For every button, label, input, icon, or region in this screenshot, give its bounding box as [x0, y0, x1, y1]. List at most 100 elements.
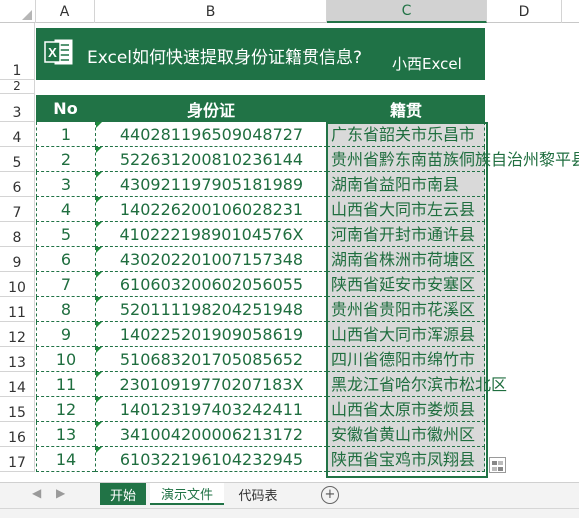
cell-id[interactable]: 140123197403242411	[95, 397, 327, 422]
error-indicator-icon	[96, 172, 102, 178]
cell-addr[interactable]: 山西省大同市左云县	[327, 197, 485, 222]
table-row: 12 140123197403242411 山西省太原市娄烦县	[36, 397, 485, 422]
tab-start[interactable]: 开始	[100, 483, 146, 505]
tab-demo-file[interactable]: 演示文件	[150, 483, 224, 505]
cell-addr[interactable]: 贵州省贵阳市花溪区	[327, 297, 485, 322]
tab-code-table[interactable]: 代码表	[230, 483, 286, 505]
row-header[interactable]: 1	[0, 23, 35, 80]
row-header[interactable]: 2	[0, 79, 35, 94]
cell-id[interactable]: 440281196509048727	[95, 122, 327, 147]
cell-no[interactable]: 7	[36, 272, 95, 297]
row-header[interactable]: 3	[0, 94, 35, 122]
cell-addr[interactable]: 贵州省黔东南苗族侗族自治州黎平县	[327, 147, 579, 172]
column-header-b[interactable]: B	[95, 0, 327, 23]
cell-no[interactable]: 13	[36, 422, 95, 447]
row-header[interactable]: 4	[0, 122, 35, 147]
cell-addr[interactable]: 湖南省益阳市南县	[327, 172, 485, 197]
error-indicator-icon	[96, 147, 102, 153]
cell-id[interactable]: 140226200106028231	[95, 197, 327, 222]
scroll-right-icon[interactable]: ▶	[56, 486, 65, 500]
cell-addr[interactable]: 安徽省黄山市徽州区	[327, 422, 485, 447]
error-indicator-icon	[96, 297, 102, 303]
column-header-a[interactable]: A	[35, 0, 95, 23]
error-indicator-icon	[96, 222, 102, 228]
header-addr[interactable]: 籍贯	[327, 95, 485, 122]
column-header-c[interactable]: C	[327, 0, 487, 23]
table-row: 11 23010919770207183X 黑龙江省哈尔滨市松北区	[36, 372, 507, 397]
cell-id[interactable]: 430202201007157348	[95, 247, 327, 272]
cell-addr[interactable]: 陕西省宝鸡市凤翔县	[327, 447, 485, 472]
table-row: 4 140226200106028231 山西省大同市左云县	[36, 197, 485, 222]
cell-addr[interactable]: 河南省开封市通许县	[327, 222, 485, 247]
column-header-bar: A B C D	[0, 0, 579, 23]
error-indicator-icon	[96, 397, 102, 403]
cell-addr[interactable]: 山西省太原市娄烦县	[327, 397, 485, 422]
cell-addr[interactable]: 湖南省株洲市荷塘区	[327, 247, 485, 272]
status-bar	[0, 508, 579, 518]
cell-no[interactable]: 8	[36, 297, 95, 322]
cell-id[interactable]: 522631200810236144	[95, 147, 327, 172]
title-banner: X Excel如何快速提取身份证籍贯信息? 小西Excel	[36, 28, 485, 80]
cell-no[interactable]: 9	[36, 322, 95, 347]
cell-id[interactable]: 610603200602056055	[95, 272, 327, 297]
cell-no[interactable]: 12	[36, 397, 95, 422]
cell-no[interactable]: 6	[36, 247, 95, 272]
cell-id[interactable]: 520111198204251948	[95, 297, 327, 322]
error-indicator-icon	[96, 197, 102, 203]
row-header[interactable]: 9	[0, 247, 35, 272]
cell-id[interactable]: 341004200006213172	[95, 422, 327, 447]
table-row: 2 522631200810236144 贵州省黔东南苗族侗族自治州黎平县	[36, 147, 579, 172]
error-indicator-icon	[96, 347, 102, 353]
table-row: 6 430202201007157348 湖南省株洲市荷塘区	[36, 247, 485, 272]
row-header[interactable]: 14	[0, 372, 35, 397]
add-sheet-icon[interactable]: +	[321, 486, 339, 504]
header-id[interactable]: 身份证	[95, 95, 327, 122]
column-header-d[interactable]: D	[487, 0, 562, 23]
cell-id[interactable]: 510683201705085652	[95, 347, 327, 372]
row-header[interactable]: 12	[0, 322, 35, 347]
scroll-left-icon[interactable]: ◀	[32, 486, 41, 500]
row-header[interactable]: 15	[0, 397, 35, 422]
table-row: 8 520111198204251948 贵州省贵阳市花溪区	[36, 297, 485, 322]
cell-no[interactable]: 2	[36, 147, 95, 172]
row-header[interactable]: 13	[0, 347, 35, 372]
error-indicator-icon	[96, 272, 102, 278]
table-row: 14 610322196104232945 陕西省宝鸡市凤翔县	[36, 447, 485, 472]
row-header[interactable]: 11	[0, 297, 35, 322]
select-all-corner[interactable]	[0, 0, 36, 23]
cell-no[interactable]: 5	[36, 222, 95, 247]
cell-no[interactable]: 14	[36, 447, 95, 472]
cell-addr[interactable]: 黑龙江省哈尔滨市松北区	[327, 372, 507, 397]
cell-no[interactable]: 4	[36, 197, 95, 222]
cell-addr[interactable]: 四川省德阳市绵竹市	[327, 347, 485, 372]
row-header[interactable]: 10	[0, 272, 35, 297]
cell-id[interactable]: 430921197905181989	[95, 172, 327, 197]
cell-no[interactable]: 1	[36, 122, 95, 147]
cell-addr[interactable]: 山西省大同市浑源县	[327, 322, 485, 347]
cell-no[interactable]: 3	[36, 172, 95, 197]
row-header[interactable]: 5	[0, 147, 35, 172]
excel-logo-icon: X	[44, 37, 74, 67]
row-header[interactable]: 17	[0, 447, 35, 472]
row-header[interactable]: 16	[0, 422, 35, 447]
cell-id[interactable]: 140225201909058619	[95, 322, 327, 347]
error-indicator-icon	[96, 122, 102, 128]
row-header[interactable]: 8	[0, 222, 35, 247]
cell-no[interactable]: 11	[36, 372, 95, 397]
cell-addr[interactable]: 陕西省延安市安塞区	[327, 272, 485, 297]
header-no[interactable]: No	[36, 95, 95, 122]
row-header[interactable]: 7	[0, 197, 35, 222]
cell-addr[interactable]: 广东省韶关市乐昌市	[327, 122, 485, 147]
cell-id[interactable]: 610322196104232945	[95, 447, 327, 472]
row-header[interactable]: 6	[0, 172, 35, 197]
table-row: 3 430921197905181989 湖南省益阳市南县	[36, 172, 485, 197]
cell-id[interactable]: 23010919770207183X	[95, 372, 327, 397]
logo-letter: X	[48, 45, 57, 60]
table-header-row: No 身份证 籍贯	[36, 95, 485, 122]
cell-id[interactable]: 41022219890104576X	[95, 222, 327, 247]
table-row: 7 610603200602056055 陕西省延安市安塞区	[36, 272, 485, 297]
error-indicator-icon	[96, 372, 102, 378]
cell-no[interactable]: 10	[36, 347, 95, 372]
error-indicator-icon	[96, 422, 102, 428]
quick-analysis-icon[interactable]	[489, 457, 506, 473]
